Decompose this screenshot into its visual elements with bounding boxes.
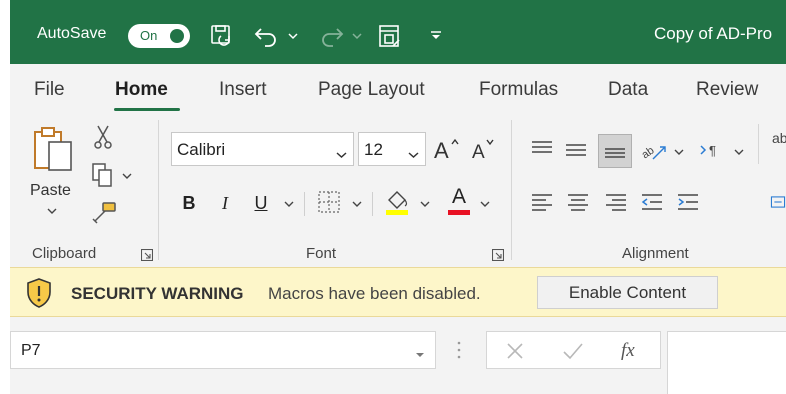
ribbon-divider xyxy=(511,120,512,260)
align-center-icon[interactable] xyxy=(564,190,592,214)
top-align-icon[interactable] xyxy=(528,136,556,160)
underline-button[interactable]: U xyxy=(250,190,272,216)
formula-bar-grip-icon[interactable] xyxy=(454,337,464,363)
fill-color-icon[interactable] xyxy=(382,186,412,216)
paste-dropdown-icon[interactable] xyxy=(44,204,60,218)
borders-dropdown-icon[interactable] xyxy=(350,198,364,210)
active-tab-indicator xyxy=(114,108,180,111)
borders-icon[interactable] xyxy=(314,188,344,216)
font-color-button[interactable]: A xyxy=(444,184,474,216)
tab-home[interactable]: Home xyxy=(115,79,168,101)
tab-file[interactable]: File xyxy=(34,79,65,101)
font-launcher-icon[interactable] xyxy=(491,248,505,262)
alignment-group-label: Alignment xyxy=(622,245,689,262)
font-name-value: Calibri xyxy=(177,140,226,159)
font-group-label: Font xyxy=(306,245,337,262)
insert-function-button[interactable]: fx xyxy=(621,340,635,362)
tab-insert[interactable]: Insert xyxy=(219,79,267,101)
redo-dropdown-icon[interactable] xyxy=(350,22,364,50)
orientation-dropdown-icon[interactable] xyxy=(672,146,686,158)
font-divider xyxy=(372,192,373,216)
svg-text:A: A xyxy=(434,138,449,162)
merge-center-icon[interactable] xyxy=(770,190,786,214)
font-name-dropdown-icon[interactable] xyxy=(336,144,347,164)
format-painter-icon[interactable] xyxy=(90,200,118,226)
tab-data[interactable]: Data xyxy=(608,79,648,101)
undo-dropdown-icon[interactable] xyxy=(286,22,300,50)
ribbon-divider xyxy=(158,120,159,260)
enable-content-button[interactable]: Enable Content xyxy=(537,276,718,309)
save-icon[interactable] xyxy=(208,22,236,50)
undo-icon[interactable] xyxy=(252,22,282,50)
font-color-dropdown-icon[interactable] xyxy=(478,198,492,210)
text-direction-dropdown-icon[interactable] xyxy=(732,146,746,158)
tab-review[interactable]: Review xyxy=(696,79,758,101)
decrease-font-size-icon[interactable]: A xyxy=(468,134,498,164)
text-direction-icon[interactable]: ¶ xyxy=(698,138,728,162)
increase-indent-icon[interactable] xyxy=(674,190,702,214)
window-left-edge xyxy=(0,0,10,394)
paste-label[interactable]: Paste xyxy=(30,182,71,200)
name-box-dropdown-icon[interactable] xyxy=(415,346,425,364)
decrease-indent-icon[interactable] xyxy=(638,190,666,214)
customize-toolbar-icon[interactable] xyxy=(428,22,444,50)
excel-window: AutoSave On Copy of AD-Pro File Home Ins… xyxy=(10,0,786,394)
ribbon: Paste Clipboard Calibri 12 A A B I U A F… xyxy=(10,114,786,267)
shield-icon xyxy=(24,277,54,309)
enter-icon[interactable] xyxy=(561,339,585,363)
bold-button[interactable]: B xyxy=(178,190,200,216)
autosave-toggle-label: On xyxy=(140,28,158,43)
tab-formulas[interactable]: Formulas xyxy=(479,79,558,101)
formula-bar: P7 fx xyxy=(10,317,786,394)
align-left-icon[interactable] xyxy=(528,190,556,214)
autosave-toggle[interactable]: On xyxy=(128,24,190,48)
security-warning-message: Macros have been disabled. xyxy=(268,284,481,303)
font-color-letter: A xyxy=(451,184,466,208)
toggle-knob xyxy=(170,29,184,43)
clipboard-launcher-icon[interactable] xyxy=(140,248,154,262)
name-box-value: P7 xyxy=(21,342,41,359)
font-size-box[interactable]: 12 xyxy=(358,132,426,166)
copy-icon[interactable] xyxy=(90,162,116,188)
font-name-box[interactable]: Calibri xyxy=(171,132,354,166)
security-warning-title: SECURITY WARNING xyxy=(71,284,244,303)
ribbon-divider xyxy=(758,124,759,164)
bottom-align-icon[interactable] xyxy=(598,134,632,168)
name-box[interactable]: P7 xyxy=(10,331,436,369)
orientation-icon[interactable]: ab xyxy=(638,136,670,164)
font-color-swatch xyxy=(448,209,470,215)
middle-align-icon[interactable] xyxy=(562,138,590,162)
font-divider xyxy=(304,192,305,216)
align-right-icon[interactable] xyxy=(602,190,630,214)
document-title: Copy of AD-Pro xyxy=(654,24,773,43)
increase-font-size-icon[interactable]: A xyxy=(432,134,462,164)
underline-dropdown-icon[interactable] xyxy=(282,198,296,210)
svg-text:A: A xyxy=(472,142,485,162)
wrap-text-icon[interactable]: ab xyxy=(772,130,786,146)
paste-icon[interactable] xyxy=(30,124,76,174)
formula-buttons: fx xyxy=(486,331,661,369)
form-icon[interactable] xyxy=(376,22,404,50)
redo-icon[interactable] xyxy=(316,22,346,50)
title-bar: AutoSave On Copy of AD-Pro xyxy=(10,0,786,64)
fill-color-dropdown-icon[interactable] xyxy=(418,198,432,210)
formula-input[interactable] xyxy=(667,331,786,394)
ribbon-tabs: File Home Insert Page Layout Formulas Da… xyxy=(10,64,786,114)
copy-dropdown-icon[interactable] xyxy=(120,170,134,182)
font-size-value: 12 xyxy=(364,140,383,159)
svg-text:¶: ¶ xyxy=(709,143,716,158)
tab-page-layout[interactable]: Page Layout xyxy=(318,79,425,101)
font-size-dropdown-icon[interactable] xyxy=(408,144,419,164)
italic-button[interactable]: I xyxy=(214,190,236,216)
clipboard-group-label: Clipboard xyxy=(32,245,97,262)
security-warning-bar: SECURITY WARNING Macros have been disabl… xyxy=(10,267,786,317)
autosave-label: AutoSave xyxy=(37,25,107,42)
cut-icon[interactable] xyxy=(92,124,114,150)
cancel-icon[interactable] xyxy=(503,339,527,363)
